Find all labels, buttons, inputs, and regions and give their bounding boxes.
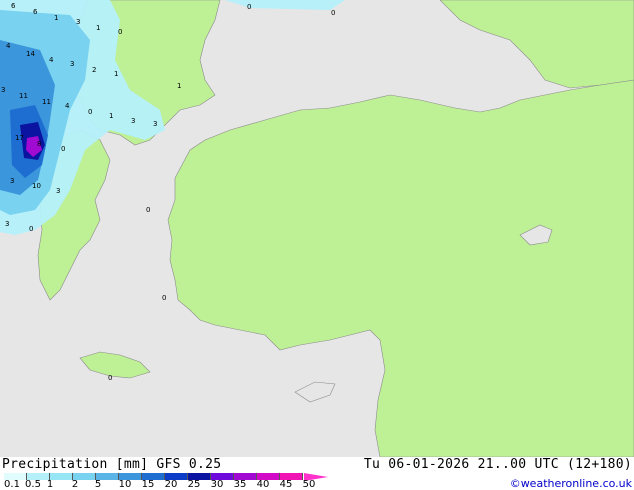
- map-label: 4: [49, 56, 54, 64]
- map-title: Precipitation [mm] GFS 0.25: [2, 457, 222, 472]
- color-scale-tick: 10: [118, 479, 132, 490]
- credit-link[interactable]: ©weatheronline.co.uk: [510, 477, 632, 490]
- map-label: 14: [26, 50, 35, 58]
- color-scale-tick: 35: [233, 479, 247, 490]
- color-scale-tick: 1: [46, 479, 54, 490]
- map-label: 3: [131, 117, 135, 125]
- map-label: 11: [42, 98, 51, 106]
- map-label: 6: [33, 8, 38, 16]
- map-label: 0: [146, 206, 150, 214]
- color-scale-cell: [50, 473, 73, 480]
- color-scale-tick: 5: [94, 479, 102, 490]
- color-scale-ticks: 0.1 0.5 1 2 5 10 15 20 25 30 35 40 45 50: [0, 480, 340, 490]
- map-label: 3: [70, 60, 74, 68]
- map-label: 10: [32, 182, 41, 190]
- legend-footer: Precipitation [mm] GFS 0.25 Tu 06-01-202…: [0, 457, 634, 490]
- color-scale-tick: 0.5: [25, 479, 41, 490]
- map-label: 11: [19, 92, 28, 100]
- color-scale-tick: 2: [71, 479, 79, 490]
- map-label: 0: [29, 225, 33, 233]
- map-label: 0: [331, 9, 335, 17]
- forecast-time: Tu 06-01-2026 21..00 UTC (12+180): [363, 457, 632, 472]
- map-label: 0: [61, 145, 65, 153]
- map-label: 3: [76, 18, 80, 26]
- map-label: 4: [65, 102, 70, 110]
- color-scale-tick: 15: [141, 479, 155, 490]
- map-label: 0: [88, 108, 92, 116]
- map-label: 1: [54, 14, 58, 22]
- map-label: 0: [118, 28, 122, 36]
- map-label: 17: [15, 134, 24, 142]
- color-scale-tick: 0.1: [4, 479, 20, 490]
- color-scale-tick: 40: [256, 479, 270, 490]
- map-label: 3: [153, 120, 157, 128]
- map-label: 0: [108, 374, 112, 382]
- map-label: 1: [177, 82, 181, 90]
- map-label: 1: [109, 112, 113, 120]
- map-label: 3: [1, 86, 5, 94]
- map-label: 2: [92, 66, 96, 74]
- map-label: 8: [37, 140, 41, 148]
- map-frame: 6 6 1 3 1 0 0 4 14 4 3 2 1 3 11 11 4 0 1…: [0, 0, 634, 490]
- color-scale-tick: 50: [302, 479, 316, 490]
- color-scale-tick: 30: [210, 479, 224, 490]
- map-label: 0: [247, 3, 251, 11]
- color-scale-tick: 25: [187, 479, 201, 490]
- map-label: 3: [5, 220, 9, 228]
- color-scale-tick: 45: [279, 479, 293, 490]
- color-scale-tick: 20: [164, 479, 178, 490]
- map-label: 3: [56, 187, 60, 195]
- map-label: 1: [96, 24, 100, 32]
- precipitation-map: 6 6 1 3 1 0 0 4 14 4 3 2 1 3 11 11 4 0 1…: [0, 0, 634, 457]
- map-label: 6: [11, 2, 16, 10]
- map-label: 4: [6, 42, 11, 50]
- map-label: 0: [162, 294, 166, 302]
- map-label: 1: [114, 70, 118, 78]
- map-label: 3: [10, 177, 14, 185]
